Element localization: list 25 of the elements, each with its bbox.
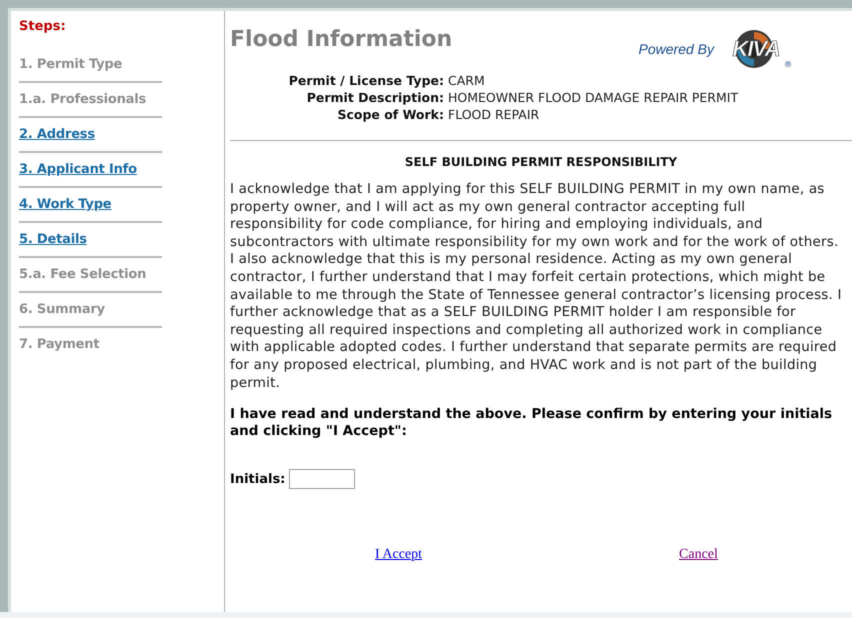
step-link[interactable]: 5. Details [19, 232, 87, 247]
confirm-instruction: I have read and understand the above. Please confirm by entering your initials and clicking "I Accept": [230, 406, 834, 440]
step-label: 5.a. Fee Selection [19, 267, 146, 282]
sidebar-heading: Steps: [19, 19, 67, 34]
initials-field[interactable] [289, 469, 356, 490]
step-label: 1.a. Professionals [19, 92, 146, 107]
field-label: Permit Description: [306, 90, 445, 105]
step-label: 6. Summary [19, 302, 105, 317]
step-label: 7. Payment [19, 337, 100, 352]
field-label: Permit / License Type: [288, 73, 445, 88]
field-label: Scope of Work: [336, 107, 445, 122]
agreement-text: I acknowledge that I am applying for this SELF BUILDING PERMIT in my own name, as property owner, and I will act as my own general contractor accepting full responsibility for code compliance, for hiring and employing individuals, and subcontractors with ultimate responsibility for my own work and for the work of others. I also acknowledge that this is my personal residence. Acting as my own general contractor, I further understand that I may forfeit certain protections, which might be available to me through the State of Tennessee general contractor’s licensing process. I further acknowledge that as a SELF BUILDING PERMIT holder I am responsible for requesting all required inspections and completing all authorized work in compliance with applicable adopted codes. I further understand that separate permits are required for any proposed electrical, plumbing, and HVAC work and is not part of the building permit. [230, 181, 842, 392]
cancel-link[interactable]: Cancel [679, 547, 718, 564]
section-heading: SELF BUILDING PERMIT RESPONSIBILITY [404, 155, 678, 169]
field-value: HOMEOWNER FLOOD DAMAGE REPAIR PERMIT [448, 90, 740, 105]
step-link[interactable]: 3. Applicant Info [19, 162, 137, 177]
field-value: CARM [448, 73, 486, 88]
page-title: Flood Information [230, 27, 452, 52]
step-link[interactable]: 4. Work Type [19, 197, 112, 212]
step-link[interactable]: 2. Address [19, 127, 95, 142]
powered-by-text: Powered By [638, 41, 714, 57]
accept-link[interactable]: I Accept [375, 547, 422, 564]
step-label: 1. Permit Type [19, 57, 122, 72]
field-value: FLOOD REPAIR [448, 107, 540, 122]
initials-label: Initials: [230, 472, 286, 487]
